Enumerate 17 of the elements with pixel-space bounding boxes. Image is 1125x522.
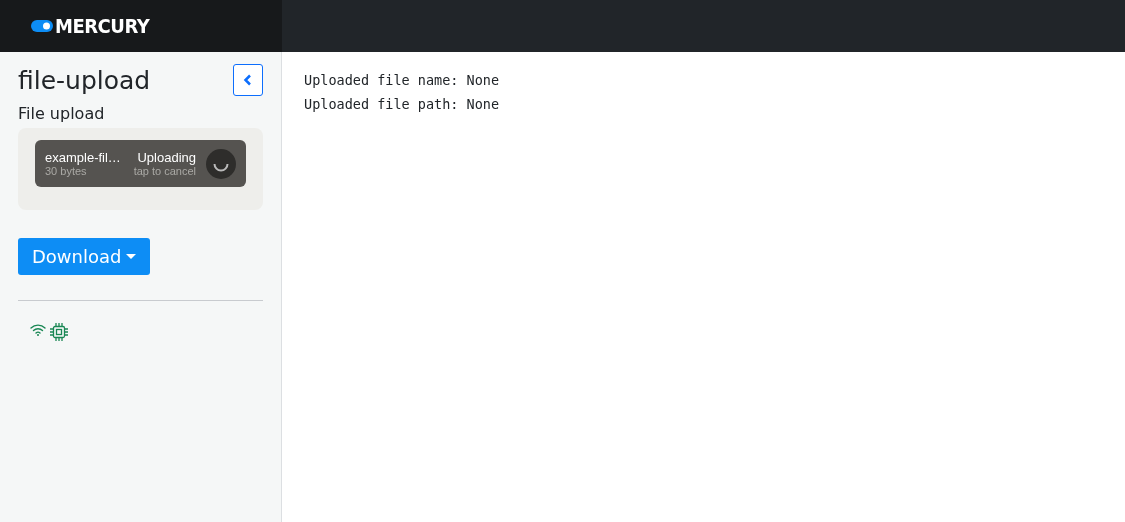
- sidebar-title: file-upload: [18, 65, 151, 95]
- spinner-icon: [206, 148, 236, 179]
- logo-icon: [31, 20, 53, 32]
- file-name: example-fil…: [45, 150, 122, 165]
- logo-text: MERCURY: [55, 14, 150, 38]
- output-line: Uploaded file name: None: [304, 71, 501, 90]
- cpu-icon: [50, 323, 68, 341]
- caret-icon: [126, 253, 137, 260]
- upload-label: File upload: [18, 104, 106, 123]
- wifi-icon: [30, 323, 46, 337]
- chevron-left-icon: [243, 74, 253, 86]
- cancel-hint: tap to cancel: [133, 165, 196, 177]
- upload-item[interactable]: example-fil… 30 bytes Uploading tap to cancel: [35, 140, 246, 187]
- upload-status: Uploading: [137, 150, 196, 165]
- output-line: Uploaded file path: None: [304, 95, 501, 114]
- file-size: 30 bytes: [45, 165, 88, 177]
- collapse-button[interactable]: [233, 64, 263, 96]
